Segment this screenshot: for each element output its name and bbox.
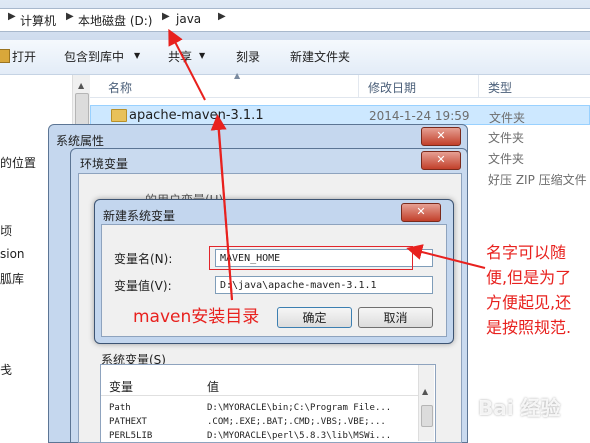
- annotation-arrows: [168, 28, 486, 301]
- arrow-to-name: [406, 244, 486, 269]
- arrow-to-folder: [210, 114, 233, 301]
- arrow-to-path: [168, 28, 206, 101]
- watermark-logo: Bai 经验: [478, 396, 561, 420]
